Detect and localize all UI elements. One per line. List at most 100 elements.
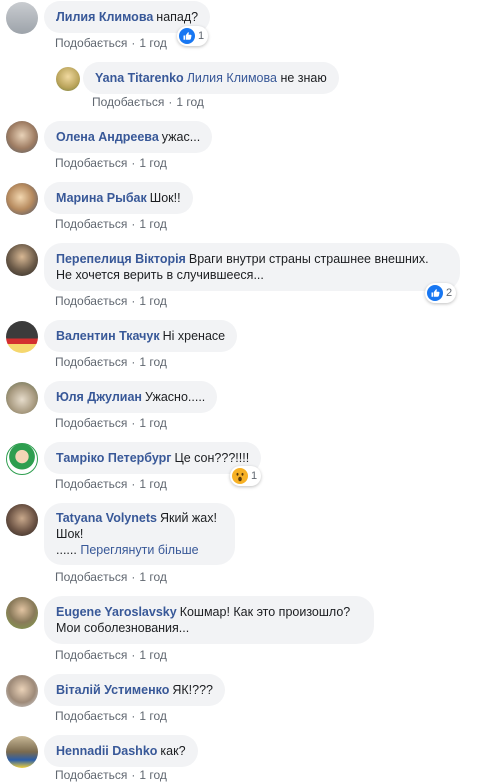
timestamp[interactable]: 1 год xyxy=(139,156,167,170)
timestamp[interactable]: 1 год xyxy=(139,294,167,308)
comment-meta: Подобається · 1 год xyxy=(92,95,204,109)
comment-bubble: Tatyana Volynets Який жах! Шок! ...... Пе… xyxy=(44,503,235,565)
avatar[interactable] xyxy=(6,2,38,34)
separator: · xyxy=(168,95,173,109)
comment-text: ужас... xyxy=(161,130,201,144)
timestamp[interactable]: 1 год xyxy=(139,768,167,782)
timestamp[interactable]: 1 год xyxy=(139,570,167,584)
comment-text: Не хочется верить в случившееся... xyxy=(56,268,264,282)
comment-bubble: Eugene Yaroslavsky Кошмар! Как это произо… xyxy=(44,596,374,644)
timestamp[interactable]: 1 год xyxy=(139,36,167,50)
like-icon xyxy=(179,28,195,44)
like-link[interactable]: Подобається xyxy=(92,95,164,109)
comment-author[interactable]: Yana Titarenko xyxy=(95,71,184,85)
comment-author[interactable]: Лилия Климова xyxy=(56,10,153,24)
avatar[interactable] xyxy=(6,121,38,153)
separator: · xyxy=(131,217,136,231)
comment-author[interactable]: Юля Джулиан xyxy=(56,390,142,404)
reaction-badge[interactable]: 2 xyxy=(425,283,457,303)
comment-meta: Подобається · 1 год xyxy=(55,217,167,231)
separator: · xyxy=(131,416,136,430)
comment-bubble: Марина Рыбак Шок!! xyxy=(44,182,193,214)
like-link[interactable]: Подобається xyxy=(55,709,127,723)
comment-bubble: Валентин Ткачук Ні хренасе xyxy=(44,320,238,352)
like-icon xyxy=(427,285,443,301)
like-link[interactable]: Подобається xyxy=(55,648,127,662)
comment-meta: Подобається · 1 год xyxy=(55,156,167,170)
like-link[interactable]: Подобається xyxy=(55,416,127,430)
comment-text: Ні хренасе xyxy=(162,329,226,343)
comment-author[interactable]: Tatyana Volynets xyxy=(56,511,157,525)
comment-author[interactable]: Олена Андреева xyxy=(56,130,159,144)
comment-author[interactable]: Віталій Устименко xyxy=(56,683,169,697)
separator: · xyxy=(131,294,136,308)
comment-bubble: Перепелиця Вікторія Враги внутри страны с… xyxy=(44,243,460,291)
comment-author[interactable]: Тамріко Петербург xyxy=(56,451,172,465)
reaction-badge[interactable]: 1 xyxy=(230,466,262,486)
like-link[interactable]: Подобається xyxy=(55,294,127,308)
comment-text: Який жах! xyxy=(159,511,217,525)
comment-text: Ужасно..... xyxy=(144,390,206,404)
like-link[interactable]: Подобається xyxy=(55,477,127,491)
comment-bubble: Віталій Устименко ЯК!??? xyxy=(44,674,226,706)
comment-author[interactable]: Валентин Ткачук xyxy=(56,329,160,343)
avatar[interactable] xyxy=(6,443,38,475)
comment-text: напад? xyxy=(156,10,199,24)
separator: · xyxy=(131,355,136,369)
avatar[interactable] xyxy=(6,736,38,768)
like-link[interactable]: Подобається xyxy=(55,156,127,170)
timestamp[interactable]: 1 год xyxy=(139,416,167,430)
avatar[interactable] xyxy=(6,321,38,353)
comment-meta: Подобається · 1 год xyxy=(55,416,167,430)
reaction-badge[interactable]: 1 xyxy=(177,26,209,46)
timestamp[interactable]: 1 год xyxy=(139,477,167,491)
timestamp[interactable]: 1 год xyxy=(139,217,167,231)
avatar[interactable] xyxy=(6,382,38,414)
avatar[interactable] xyxy=(6,675,38,707)
like-link[interactable]: Подобається xyxy=(55,36,127,50)
comment-text: не знаю xyxy=(280,71,327,85)
comment-text: Мои соболезнования... xyxy=(56,621,190,635)
comment-author[interactable]: Eugene Yaroslavsky xyxy=(56,605,177,619)
comment-meta: Подобається · 1 год xyxy=(55,648,167,662)
avatar[interactable] xyxy=(6,597,38,629)
mention-link[interactable]: Лилия Климова xyxy=(187,71,277,85)
comment-author[interactable]: Перепелиця Вікторія xyxy=(56,252,186,266)
avatar[interactable] xyxy=(6,183,38,215)
like-link[interactable]: Подобається xyxy=(55,570,127,584)
comment-text: Це сон???!!!! xyxy=(174,451,250,465)
comment-text: Враги внутри страны страшнее внешних. xyxy=(188,252,429,266)
separator: · xyxy=(131,36,136,50)
timestamp[interactable]: 1 год xyxy=(139,709,167,723)
see-more-link[interactable]: Переглянути більше xyxy=(80,543,198,557)
comment-text: Кошмар! Как это произошло? xyxy=(179,605,351,619)
separator: · xyxy=(131,477,136,491)
comment-meta: Подобається · 1 год xyxy=(55,294,167,308)
separator: · xyxy=(131,709,136,723)
comment-meta: Подобається · 1 год xyxy=(55,570,167,584)
avatar[interactable] xyxy=(6,244,38,276)
timestamp[interactable]: 1 год xyxy=(176,95,204,109)
comment-meta: Подобається · 1 год xyxy=(55,768,167,782)
avatar[interactable] xyxy=(56,67,80,91)
like-link[interactable]: Подобається xyxy=(55,355,127,369)
separator: · xyxy=(131,156,136,170)
like-link[interactable]: Подобається xyxy=(55,217,127,231)
timestamp[interactable]: 1 год xyxy=(139,355,167,369)
like-link[interactable]: Подобається xyxy=(55,768,127,782)
comment-meta: Подобається · 1 год xyxy=(55,36,167,50)
comment-bubble: Юля Джулиан Ужасно..... xyxy=(44,381,218,413)
comment-text: Шок!! xyxy=(149,191,181,205)
comment-text: ЯК!??? xyxy=(172,683,214,697)
comment-bubble: Yana Titarenko Лилия Климова не знаю xyxy=(83,62,339,94)
separator: · xyxy=(131,648,136,662)
comment-meta: Подобається · 1 год xyxy=(55,709,167,723)
comment-meta: Подобається · 1 год xyxy=(55,477,167,491)
comment-author[interactable]: Hennadii Dashko xyxy=(56,744,157,758)
avatar[interactable] xyxy=(6,504,38,536)
reaction-count: 1 xyxy=(198,30,205,42)
comment-author[interactable]: Марина Рыбак xyxy=(56,191,147,205)
ellipsis-text: ...... xyxy=(56,543,77,557)
comment-text: Шок! xyxy=(56,527,84,541)
timestamp[interactable]: 1 год xyxy=(139,648,167,662)
